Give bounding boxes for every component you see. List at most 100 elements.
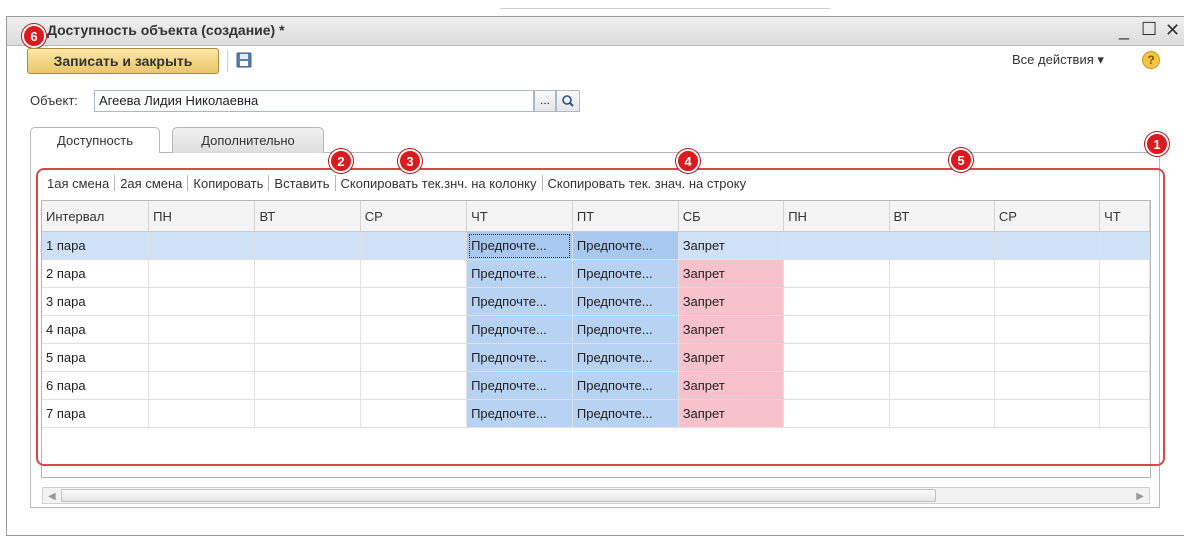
availability-cell[interactable]: Предпочте... xyxy=(466,231,573,260)
availability-cell[interactable] xyxy=(994,371,1101,400)
availability-cell[interactable] xyxy=(1099,343,1150,372)
column-header-day[interactable]: ПТ xyxy=(572,201,679,232)
availability-cell[interactable] xyxy=(994,399,1101,428)
availability-cell[interactable] xyxy=(360,371,468,400)
interval-cell[interactable]: 1 пара xyxy=(42,231,150,260)
availability-cell[interactable] xyxy=(360,287,468,316)
table-row[interactable]: 3 пара Предпочте... Предпочте... Запрет xyxy=(42,287,1150,316)
interval-cell[interactable]: 3 пара xyxy=(42,287,150,316)
availability-cell[interactable] xyxy=(148,343,256,372)
title-bar[interactable]: Доступность объекта (создание) * _ ☐ ✕ xyxy=(7,17,1184,46)
maximize-button[interactable]: ☐ xyxy=(1141,19,1157,40)
availability-cell[interactable] xyxy=(783,343,890,372)
column-header-day[interactable]: СР xyxy=(994,201,1101,232)
column-header-day[interactable]: ЧТ xyxy=(466,201,573,232)
availability-cell[interactable] xyxy=(994,287,1101,316)
availability-cell[interactable] xyxy=(1099,259,1150,288)
object-search-button[interactable] xyxy=(556,90,580,112)
availability-cell[interactable] xyxy=(148,259,256,288)
availability-cell[interactable] xyxy=(783,315,890,344)
first-shift-button[interactable]: 1ая смена xyxy=(42,176,114,191)
table-row[interactable]: 7 пара Предпочте... Предпочте... Запрет xyxy=(42,399,1150,428)
availability-cell[interactable] xyxy=(254,259,361,288)
column-header-day[interactable]: ПН xyxy=(148,201,256,232)
close-button[interactable]: ✕ xyxy=(1165,20,1180,41)
availability-cell[interactable] xyxy=(889,315,995,344)
availability-cell[interactable] xyxy=(254,399,361,428)
availability-cell[interactable] xyxy=(783,371,890,400)
copy-value-to-column-button[interactable]: Скопировать тек.знч. на колонку xyxy=(336,176,542,191)
table-row[interactable]: 6 пара Предпочте... Предпочте... Запрет xyxy=(42,371,1150,400)
column-header-day[interactable]: СБ xyxy=(678,201,785,232)
interval-cell[interactable]: 2 пара xyxy=(42,259,150,288)
availability-cell[interactable] xyxy=(889,371,995,400)
availability-cell[interactable] xyxy=(148,371,256,400)
availability-cell[interactable]: Предпочте... xyxy=(572,231,679,260)
interval-cell[interactable]: 5 пара xyxy=(42,343,150,372)
availability-cell[interactable] xyxy=(889,287,995,316)
availability-cell[interactable] xyxy=(994,259,1101,288)
availability-cell[interactable] xyxy=(254,231,361,260)
availability-cell[interactable] xyxy=(148,315,256,344)
availability-cell[interactable]: Предпочте... xyxy=(466,343,573,372)
availability-cell[interactable]: Запрет xyxy=(678,343,785,372)
availability-cell[interactable] xyxy=(360,231,468,260)
availability-cell[interactable] xyxy=(360,343,468,372)
paste-button[interactable]: Вставить xyxy=(269,176,334,191)
interval-cell[interactable]: 6 пара xyxy=(42,371,150,400)
availability-cell[interactable]: Запрет xyxy=(678,259,785,288)
table-row[interactable]: 4 пара Предпочте... Предпочте... Запрет xyxy=(42,315,1150,344)
scroll-right-icon[interactable]: ▶ xyxy=(1136,491,1144,502)
object-input[interactable]: Агеева Лидия Николаевна xyxy=(94,90,534,112)
availability-cell[interactable] xyxy=(254,371,361,400)
availability-cell[interactable] xyxy=(889,399,995,428)
availability-cell[interactable] xyxy=(148,287,256,316)
availability-cell[interactable] xyxy=(994,315,1101,344)
availability-cell[interactable]: Предпочте... xyxy=(466,399,573,428)
column-header-day[interactable]: ПН xyxy=(783,201,890,232)
availability-cell[interactable]: Предпочте... xyxy=(572,259,679,288)
availability-cell[interactable]: Предпочте... xyxy=(572,399,679,428)
minimize-button[interactable]: _ xyxy=(1119,20,1129,41)
availability-cell[interactable] xyxy=(1099,287,1150,316)
availability-cell[interactable]: Предпочте... xyxy=(466,371,573,400)
availability-cell[interactable] xyxy=(360,259,468,288)
availability-cell[interactable] xyxy=(994,343,1101,372)
interval-cell[interactable]: 7 пара xyxy=(42,399,150,428)
copy-value-to-row-button[interactable]: Скопировать тек. знач. на строку xyxy=(543,176,752,191)
interval-cell[interactable]: 4 пара xyxy=(42,315,150,344)
table-row[interactable]: 5 пара Предпочте... Предпочте... Запрет xyxy=(42,343,1150,372)
availability-cell[interactable] xyxy=(783,399,890,428)
help-icon[interactable]: ? xyxy=(1142,51,1160,69)
availability-cell[interactable]: Предпочте... xyxy=(572,287,679,316)
save-and-close-button[interactable]: Записать и закрыть xyxy=(27,48,219,74)
scrollbar-thumb[interactable] xyxy=(61,489,936,502)
column-header-day[interactable]: ВТ xyxy=(254,201,361,232)
availability-cell[interactable]: Предпочте... xyxy=(466,259,573,288)
availability-cell[interactable] xyxy=(254,315,361,344)
availability-cell[interactable] xyxy=(783,259,890,288)
floppy-disk-icon[interactable] xyxy=(236,52,252,68)
availability-cell[interactable] xyxy=(994,231,1101,260)
availability-cell[interactable] xyxy=(148,231,256,260)
availability-cell[interactable] xyxy=(889,231,995,260)
tab-additional[interactable]: Дополнительно xyxy=(172,127,324,153)
availability-cell[interactable] xyxy=(1099,371,1150,400)
availability-cell[interactable] xyxy=(1099,315,1150,344)
availability-cell[interactable]: Предпочте... xyxy=(572,343,679,372)
availability-cell[interactable]: Запрет xyxy=(678,399,785,428)
availability-cell[interactable] xyxy=(889,259,995,288)
availability-cell[interactable]: Запрет xyxy=(678,371,785,400)
object-select-button[interactable]: ... xyxy=(534,90,556,112)
availability-cell[interactable]: Предпочте... xyxy=(572,371,679,400)
availability-cell[interactable] xyxy=(1099,231,1150,260)
availability-cell[interactable]: Предпочте... xyxy=(572,315,679,344)
column-header-day[interactable]: ЧТ xyxy=(1099,201,1150,232)
column-header-day[interactable]: СР xyxy=(360,201,468,232)
availability-cell[interactable] xyxy=(783,287,890,316)
availability-cell[interactable]: Запрет xyxy=(678,315,785,344)
availability-cell[interactable]: Предпочте... xyxy=(466,287,573,316)
availability-table[interactable]: Интервал ПН ВТ СР ЧТ ПТ СБ ПН ВТ СР ЧТ 1 пара Предп… xyxy=(41,200,1151,478)
availability-cell[interactable] xyxy=(889,343,995,372)
availability-cell[interactable] xyxy=(783,231,890,260)
